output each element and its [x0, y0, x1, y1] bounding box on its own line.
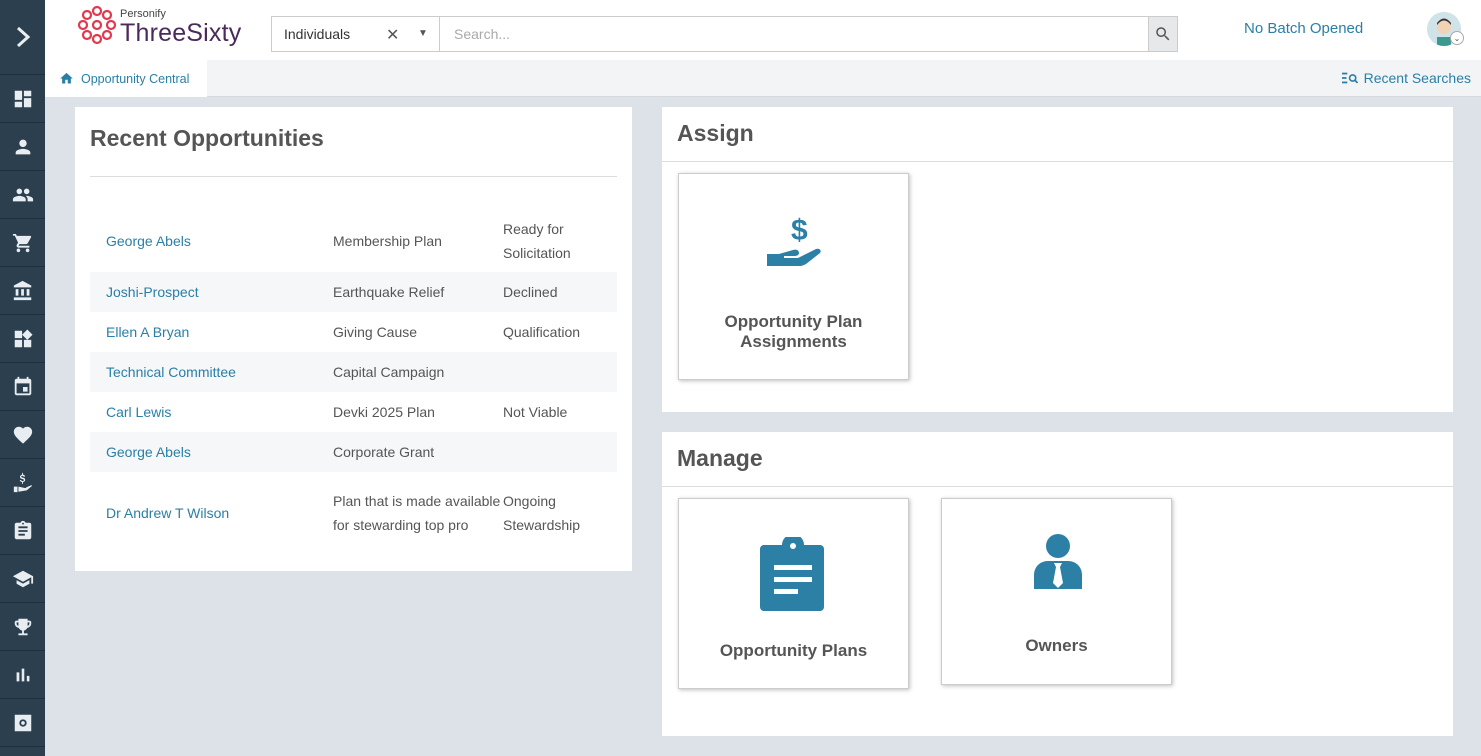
- sidebar-item-individuals[interactable]: [0, 123, 45, 171]
- recent-opportunities-title: Recent Opportunities: [90, 125, 324, 151]
- search-button[interactable]: [1149, 16, 1178, 52]
- manage-title: Manage: [677, 445, 763, 471]
- table-row: George Abels Membership Plan Ready for S…: [90, 210, 617, 272]
- search-bar: Individuals ✕ ▼: [271, 16, 1178, 52]
- sidebar-item-education[interactable]: [0, 555, 45, 603]
- opportunity-name-link[interactable]: Dr Andrew T Wilson: [90, 505, 333, 521]
- hand-dollar-icon: $: [767, 214, 821, 266]
- recent-search-icon: [1341, 72, 1358, 84]
- opportunity-plan: Corporate Grant: [333, 444, 435, 460]
- search-type-select[interactable]: Individuals ✕ ▼: [271, 16, 439, 52]
- opportunity-plan: Capital Campaign: [333, 364, 445, 380]
- opportunity-stage: Not Viable: [503, 404, 568, 420]
- opportunity-stage: Qualification: [503, 324, 581, 340]
- top-header: Personify ThreeSixty Individuals ✕ ▼ No …: [45, 0, 1481, 60]
- opportunity-name-link[interactable]: Technical Committee: [90, 364, 333, 380]
- table-row: Ellen A Bryan Giving Cause Qualification: [90, 312, 617, 352]
- table-row: George Abels Corporate Grant: [90, 432, 617, 472]
- batch-status-link[interactable]: No Batch Opened: [1244, 20, 1363, 37]
- divider: [90, 176, 617, 177]
- person-icon: [15, 139, 30, 154]
- opportunity-name-link[interactable]: Joshi-Prospect: [90, 284, 333, 300]
- opportunity-plan-assignments-tile[interactable]: $ Opportunity Plan Assignments: [678, 173, 909, 380]
- widgets-icon: [14, 329, 33, 347]
- sidebar-item-awards[interactable]: [0, 603, 45, 651]
- opportunity-plan: Giving Cause: [333, 324, 418, 340]
- clipboard-icon: [760, 537, 824, 611]
- assign-panel: Assign $ Opportunity Plan Assignments: [662, 107, 1453, 412]
- recent-searches-label: Recent Searches: [1363, 70, 1471, 86]
- bank-icon: [13, 280, 31, 300]
- search-input[interactable]: [439, 16, 1149, 52]
- opportunity-name-link[interactable]: George Abels: [90, 233, 333, 249]
- sidebar-item-fundraising[interactable]: [0, 411, 45, 459]
- table-row: Dr Andrew T Wilson Plan that is made ava…: [90, 472, 617, 554]
- opportunity-plan: Earthquake Relief: [333, 284, 445, 300]
- sidebar-item-plans[interactable]: [0, 507, 45, 555]
- manage-panel: Manage Opportunity Plans Owners: [662, 432, 1453, 736]
- sidebar-item-orders[interactable]: [0, 219, 45, 267]
- group-icon: [12, 188, 33, 201]
- calendar-icon: [14, 376, 31, 395]
- opportunity-stage: Declined: [503, 284, 558, 300]
- sidebar: [0, 0, 45, 756]
- sidebar-item-organizations[interactable]: [0, 267, 45, 315]
- sidebar-item-dashboard[interactable]: [0, 75, 45, 123]
- assign-title: Assign: [677, 120, 754, 146]
- owners-tile[interactable]: Owners: [941, 498, 1172, 685]
- table-row: Technical Committee Capital Campaign: [90, 352, 617, 392]
- table-row: Joshi-Prospect Earthquake Relief Decline…: [90, 272, 617, 312]
- logo-product: ThreeSixty: [120, 19, 242, 47]
- sidebar-toggle[interactable]: [0, 0, 45, 75]
- caret-down-icon[interactable]: ▼: [418, 28, 428, 39]
- sidebar-item-reports[interactable]: [0, 651, 45, 699]
- svg-text:$: $: [791, 214, 808, 247]
- tab-bar: Opportunity Central Recent Searches: [45, 60, 1481, 97]
- opportunity-plan: Membership Plan: [333, 233, 442, 249]
- opportunity-stage: Ongoing Stewardship: [503, 493, 581, 533]
- home-icon: [60, 72, 73, 84]
- opportunity-plan: Devki 2025 Plan: [333, 404, 435, 420]
- divider: [662, 486, 1453, 487]
- sidebar-item-products[interactable]: [0, 315, 45, 363]
- dashboard-icon: [14, 90, 31, 107]
- logo-flower-icon: [77, 5, 117, 45]
- opportunity-name-link[interactable]: Carl Lewis: [90, 404, 333, 420]
- sidebar-item-groups[interactable]: [0, 171, 45, 219]
- heart-icon: [13, 426, 32, 444]
- opportunity-plan: Plan that is made available for stewardi…: [333, 493, 501, 533]
- trophy-icon: [14, 618, 31, 635]
- clear-icon[interactable]: ✕: [386, 25, 399, 45]
- tile-label: Owners: [1025, 636, 1088, 655]
- search-type-value: Individuals: [284, 26, 351, 42]
- opportunities-list: George Abels Membership Plan Ready for S…: [90, 210, 617, 554]
- sidebar-item-opportunities[interactable]: [0, 459, 45, 507]
- sidebar-item-events[interactable]: [0, 363, 45, 411]
- divider: [662, 161, 1453, 162]
- graduation-cap-icon: [12, 570, 33, 587]
- search-icon: [1156, 27, 1170, 41]
- tile-label: Opportunity Plan Assignments: [724, 312, 863, 351]
- chevron-right-icon: [16, 26, 30, 48]
- logo[interactable]: Personify ThreeSixty: [77, 5, 252, 50]
- tab-opportunity-central[interactable]: Opportunity Central: [45, 60, 207, 97]
- tab-label: Opportunity Central: [81, 71, 190, 86]
- sidebar-item-settings[interactable]: [0, 699, 45, 747]
- table-row: Carl Lewis Devki 2025 Plan Not Viable: [90, 392, 617, 432]
- tile-label: Opportunity Plans: [719, 641, 868, 660]
- opportunity-stage: Ready for Solicitation: [503, 221, 571, 261]
- hand-dollar-icon: [13, 472, 32, 492]
- opportunity-name-link[interactable]: Ellen A Bryan: [90, 324, 333, 340]
- opportunity-plans-tile[interactable]: Opportunity Plans: [678, 498, 909, 689]
- cart-icon: [12, 233, 31, 252]
- bar-chart-icon: [16, 668, 29, 681]
- settings-icon: [14, 714, 31, 731]
- avatar-menu-icon[interactable]: ⌄: [1450, 31, 1464, 45]
- recent-opportunities-card: Recent Opportunities George Abels Member…: [75, 107, 632, 571]
- clipboard-icon: [14, 520, 31, 539]
- opportunity-name-link[interactable]: George Abels: [90, 444, 333, 460]
- recent-searches-button[interactable]: Recent Searches: [1341, 70, 1471, 86]
- person-tie-icon: [1034, 534, 1082, 589]
